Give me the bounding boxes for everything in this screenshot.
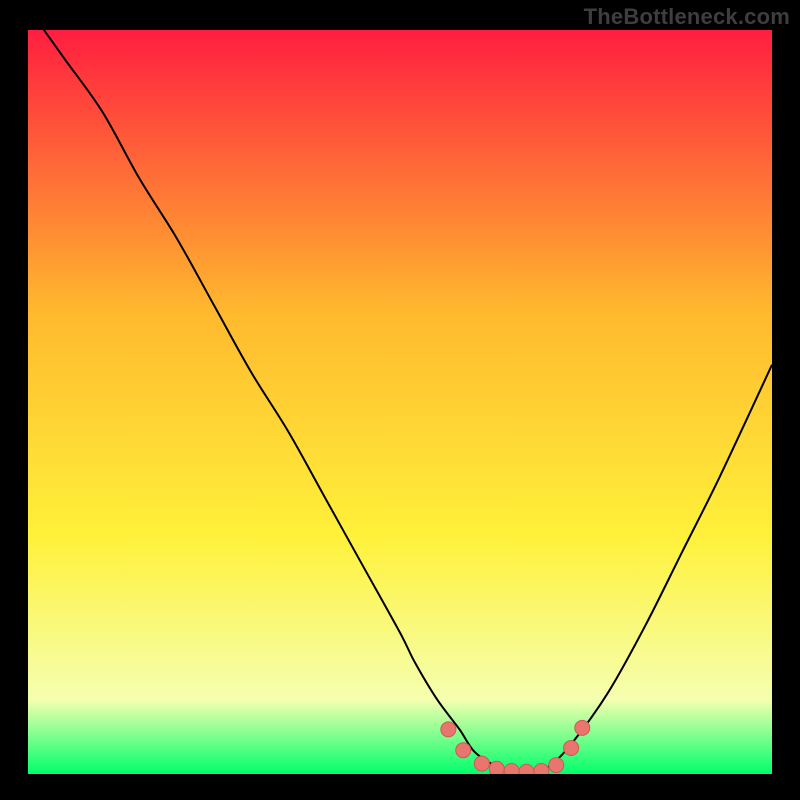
marker-dot <box>504 764 519 779</box>
marker-dot <box>456 743 471 758</box>
chart-frame: { "watermark": "TheBottleneck.com", "col… <box>0 0 800 800</box>
marker-dot <box>575 720 590 735</box>
bottleneck-chart <box>0 0 800 800</box>
marker-dot <box>519 764 534 779</box>
marker-dot <box>474 756 489 771</box>
marker-dot <box>549 758 564 773</box>
marker-dot <box>489 761 504 776</box>
marker-dot <box>534 764 549 779</box>
gradient-background <box>28 30 772 774</box>
marker-dot <box>564 740 579 755</box>
marker-dot <box>441 722 456 737</box>
